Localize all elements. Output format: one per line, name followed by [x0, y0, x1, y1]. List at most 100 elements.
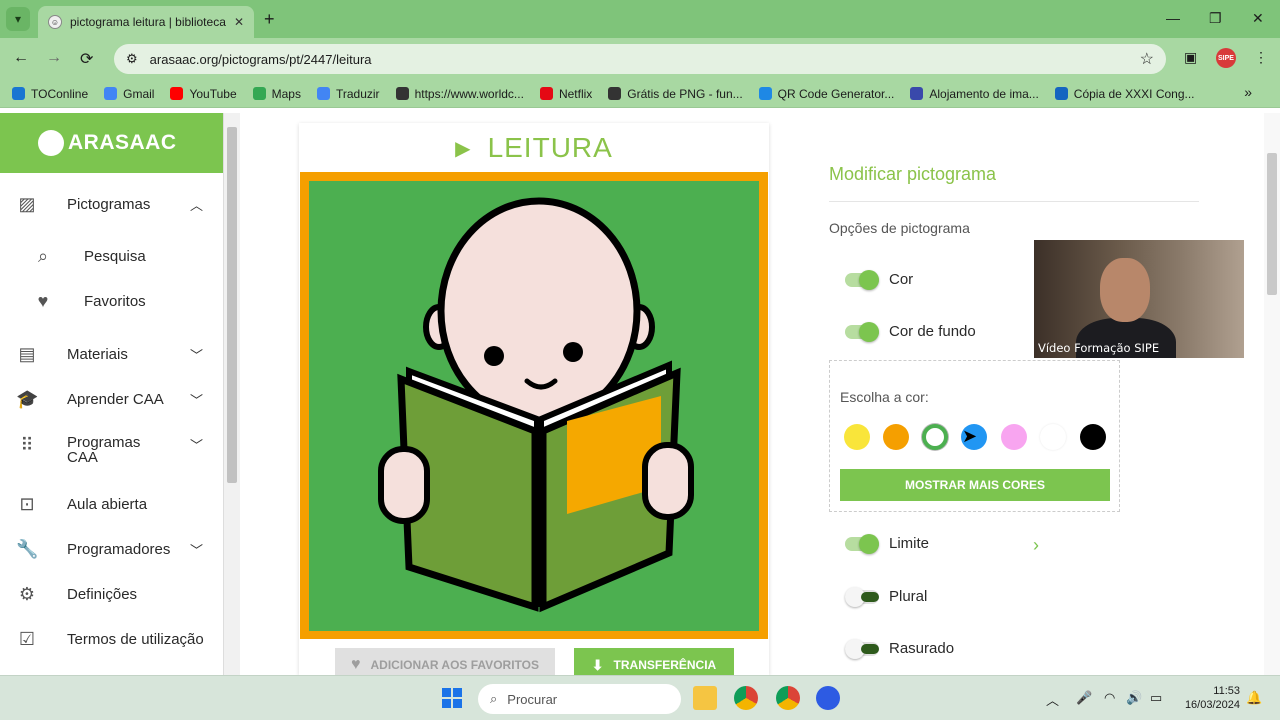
color-swatch-orange[interactable] — [883, 424, 909, 450]
toggle-switch[interactable] — [845, 638, 879, 659]
play-audio-icon[interactable]: ▶ — [455, 136, 471, 161]
bookmark-favicon-icon — [1054, 87, 1068, 100]
color-swatch-white[interactable] — [1040, 424, 1066, 450]
bookmark-star-icon[interactable]: ☆ — [1140, 49, 1154, 69]
sidebar-item-termos[interactable]: ☑ Termos de utilização — [0, 628, 224, 650]
windows-taskbar: ⌕ Procurar ︿ 🎤 ◠ 🔊 ▭ 11:53 16/03/2024 🔔 — [0, 675, 1280, 720]
tab-close-icon[interactable]: ✕ — [234, 15, 244, 29]
toggle-cor-de-fundo[interactable]: Cor de fundo — [845, 321, 976, 342]
bookmark-favicon-icon — [104, 87, 118, 100]
bookmark-favicon-icon — [758, 87, 772, 100]
bookmark-label: https://www.worldc... — [414, 86, 524, 101]
more-colors-button[interactable]: MOSTRAR MAIS CORES — [840, 469, 1110, 501]
download-icon: ⬇ — [591, 656, 604, 673]
chrome-icon[interactable] — [734, 686, 758, 710]
new-tab-button[interactable]: + — [264, 9, 275, 30]
chevron-right-icon[interactable]: › — [1033, 535, 1039, 556]
site-info-icon[interactable]: ⚙ — [126, 51, 138, 67]
sidebar-item-programas-caa[interactable]: ⠿ Programas CAA ﹀ — [0, 433, 224, 471]
bookmark-item[interactable]: QR Code Generator... — [758, 87, 894, 101]
forward-icon[interactable]: → — [46, 49, 62, 67]
taskbar-search[interactable]: ⌕ Procurar — [478, 684, 681, 714]
notification-bell-icon[interactable]: 🔔 — [1246, 690, 1262, 706]
chrome-profile-icon[interactable] — [776, 686, 800, 710]
wifi-icon[interactable]: ◠ — [1104, 690, 1115, 706]
sidebar-label: Materiais — [67, 345, 128, 363]
zoom-icon[interactable] — [816, 686, 840, 710]
file-explorer-icon[interactable] — [693, 686, 717, 710]
color-swatch-black[interactable] — [1080, 424, 1106, 450]
bookmark-label: Cópia de XXXI Cong... — [1073, 86, 1195, 101]
profile-avatar[interactable]: SIPE — [1216, 48, 1236, 68]
sidebar-item-aprender-caa[interactable]: 🎓 Aprender CAA ﹀ — [0, 388, 224, 410]
reload-icon[interactable]: ⟳ — [80, 49, 93, 69]
close-window-button[interactable]: ✕ — [1252, 10, 1264, 27]
volume-icon[interactable]: 🔊 — [1126, 690, 1142, 706]
toggle-cor[interactable]: Cor — [845, 269, 913, 290]
sidebar-item-materiais[interactable]: ▤ Materiais ﹀ — [0, 343, 224, 365]
toggle-switch[interactable] — [845, 269, 879, 290]
bookmarks-overflow-icon[interactable]: » — [1244, 84, 1252, 100]
bookmark-item[interactable]: Maps — [252, 87, 301, 101]
bookmark-item[interactable]: Alojamento de ima... — [910, 87, 1039, 101]
chevron-down-icon[interactable]: ﹀ — [190, 345, 203, 364]
chevron-up-icon[interactable]: ︿ — [190, 195, 203, 214]
bookmark-item[interactable]: Netflix — [539, 86, 593, 101]
video-overlay: Vídeo Formação SIPE — [1034, 240, 1244, 358]
color-swatch-green-selected[interactable] — [922, 424, 948, 450]
tab-title: pictograma leitura | biblioteca d — [70, 15, 226, 29]
logo-bar[interactable]: ARASAAC — [0, 113, 223, 173]
menu-kebab-icon[interactable]: ⋮ — [1254, 49, 1268, 66]
bookmark-item[interactable]: YouTube — [170, 86, 237, 101]
pictogram-title: LEITURA — [487, 132, 613, 163]
microphone-icon[interactable]: 🎤 — [1076, 690, 1092, 706]
toggle-switch[interactable] — [845, 586, 879, 607]
minimize-button[interactable]: — — [1166, 10, 1180, 26]
page-scroll-thumb[interactable] — [1267, 153, 1277, 295]
sidebar-item-programadores[interactable]: 🔧 Programadores ﹀ — [0, 538, 224, 560]
system-clock[interactable]: 11:53 16/03/2024 — [1182, 684, 1240, 712]
toggle-plural[interactable]: Plural — [845, 586, 928, 607]
battery-icon[interactable]: ▭ — [1150, 690, 1162, 706]
browser-tab-active[interactable]: ☺ pictograma leitura | biblioteca d ✕ — [38, 6, 254, 38]
url-text: arasaac.org/pictograms/pt/2447/leitura — [149, 51, 372, 67]
back-icon[interactable]: ← — [13, 49, 29, 67]
color-swatch-pink[interactable] — [1001, 424, 1027, 450]
browser-toolbar: ← → ⟳ ⚙ arasaac.org/pictograms/pt/2447/l… — [0, 38, 1280, 80]
bookmark-item[interactable]: TOConline — [12, 87, 88, 101]
sidebar-item-favoritos[interactable]: ♥ Favoritos — [0, 290, 224, 312]
sidebar-item-definicoes[interactable]: ⚙ Definições — [0, 583, 224, 605]
sidebar-scroll-thumb[interactable] — [227, 127, 237, 483]
toggle-limite[interactable]: Limite — [845, 533, 929, 554]
bookmark-item[interactable]: Cópia de XXXI Cong... — [1054, 86, 1195, 101]
page-scrollbar[interactable] — [1264, 113, 1280, 675]
sidebar-scrollbar[interactable] — [224, 113, 240, 675]
bookmark-item[interactable]: https://www.worldc... — [395, 86, 524, 101]
toggle-label: Plural — [889, 588, 928, 605]
bookmark-item[interactable]: Traduzir — [316, 87, 380, 101]
toggle-switch[interactable] — [845, 533, 879, 554]
side-panel-icon[interactable]: ▣ — [1184, 49, 1197, 66]
chevron-down-icon[interactable]: ﹀ — [190, 540, 203, 559]
bookmark-item[interactable]: Gmail — [104, 87, 154, 101]
search-icon: ⌕ — [37, 245, 49, 266]
sidebar-item-pesquisa[interactable]: ⌕ Pesquisa — [0, 245, 224, 267]
sidebar-item-aula-abierta[interactable]: ⊡ Aula abierta — [0, 493, 224, 515]
bookmark-item[interactable]: Grátis de PNG - fun... — [608, 87, 743, 101]
toggle-switch[interactable] — [845, 321, 879, 342]
bookmark-label: TOConline — [31, 86, 89, 101]
bookmark-label: Netflix — [558, 86, 593, 101]
chevron-down-icon[interactable]: ﹀ — [190, 435, 203, 454]
bookmarks-bar: TOConline Gmail YouTube Maps Traduzir https:/… — [0, 80, 1280, 108]
windows-start-icon[interactable] — [442, 688, 462, 708]
tray-overflow-icon[interactable]: ︿ — [1046, 690, 1059, 709]
address-bar[interactable]: ⚙ arasaac.org/pictograms/pt/2447/leitura… — [114, 44, 1166, 74]
sidebar-item-pictogramas[interactable]: ▨ Pictogramas ︿ — [0, 193, 224, 215]
color-swatch-yellow[interactable] — [844, 424, 870, 450]
pictogram-image — [309, 181, 759, 631]
maximize-button[interactable]: ❐ — [1209, 10, 1222, 27]
chevron-down-icon[interactable]: ﹀ — [190, 390, 203, 409]
bookmark-label: YouTube — [189, 86, 237, 101]
tab-search-dropdown[interactable]: ▾ — [6, 7, 30, 31]
toggle-rasurado[interactable]: Rasurado — [845, 638, 954, 659]
